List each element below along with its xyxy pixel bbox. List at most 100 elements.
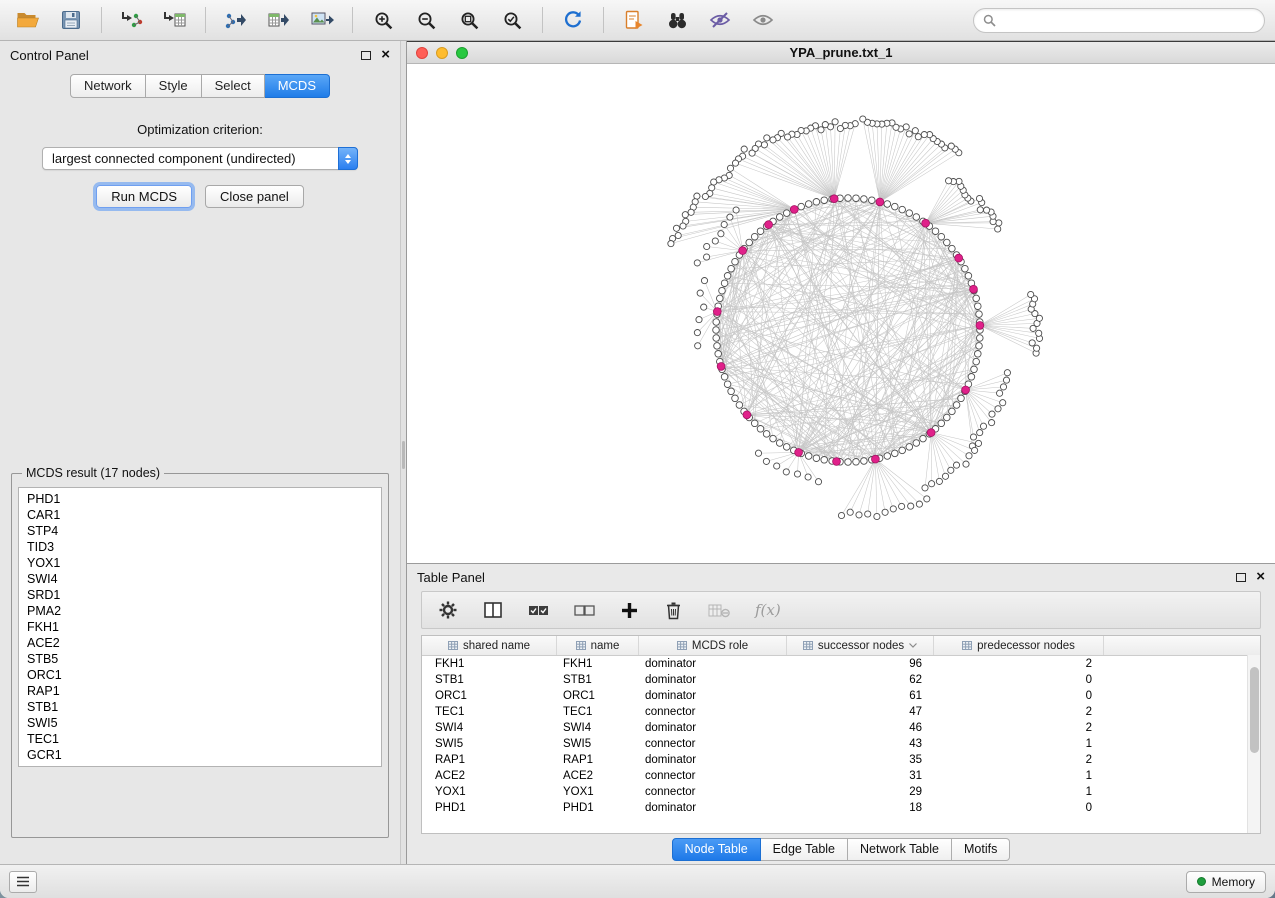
open-session-button[interactable] bbox=[10, 5, 46, 35]
cell-shared_name: SWI4 bbox=[422, 722, 557, 734]
column-header-shared-name[interactable]: shared name bbox=[422, 636, 557, 655]
deselect-all-button[interactable] bbox=[574, 602, 595, 619]
tab-edge-table[interactable]: Edge Table bbox=[761, 838, 848, 861]
table-panel: Table Panel × bbox=[407, 563, 1275, 864]
table-row[interactable]: RAP1RAP1dominator352 bbox=[422, 752, 1260, 768]
tab-mcds[interactable]: MCDS bbox=[265, 74, 330, 98]
close-panel-button[interactable]: Close panel bbox=[205, 185, 304, 208]
tab-motifs[interactable]: Motifs bbox=[952, 838, 1010, 861]
export-table-button[interactable] bbox=[261, 5, 297, 35]
table-row[interactable]: STB1STB1dominator620 bbox=[422, 672, 1260, 688]
table-row[interactable]: SWI5SWI5connector431 bbox=[422, 736, 1260, 752]
mcds-result-item[interactable]: STB5 bbox=[19, 651, 381, 667]
mcds-result-item[interactable]: GCR1 bbox=[19, 747, 381, 763]
column-header-predecessor-nodes[interactable]: predecessor nodes bbox=[934, 636, 1104, 655]
main-area: Control Panel × Network Style Select MCD… bbox=[0, 41, 1275, 864]
network-title-bar[interactable]: YPA_prune.txt_1 bbox=[407, 42, 1275, 64]
cell-mcds_role: dominator bbox=[639, 658, 787, 670]
table-row[interactable]: FKH1FKH1dominator962 bbox=[422, 656, 1260, 672]
table-row[interactable]: SWI4SWI4dominator462 bbox=[422, 720, 1260, 736]
close-panel-icon[interactable]: × bbox=[381, 50, 390, 60]
table-row[interactable]: PHD1PHD1dominator180 bbox=[422, 800, 1260, 816]
zoom-out-button[interactable] bbox=[408, 5, 444, 35]
table-row[interactable]: ACE2ACE2connector311 bbox=[422, 768, 1260, 784]
window-minimize-icon[interactable] bbox=[436, 47, 448, 59]
find-button[interactable] bbox=[659, 5, 695, 35]
mcds-result-item[interactable]: SWI4 bbox=[19, 571, 381, 587]
mcds-result-item[interactable]: PHD1 bbox=[19, 491, 381, 507]
cell-name: PHD1 bbox=[557, 802, 639, 814]
export-image-button[interactable] bbox=[304, 5, 340, 35]
mcds-result-item[interactable]: SWI5 bbox=[19, 715, 381, 731]
mcds-result-item[interactable]: ORC1 bbox=[19, 667, 381, 683]
hide-details-button[interactable] bbox=[702, 5, 738, 35]
mcds-result-item[interactable]: ACE2 bbox=[19, 635, 381, 651]
run-mcds-button[interactable]: Run MCDS bbox=[96, 185, 192, 208]
tab-select[interactable]: Select bbox=[202, 74, 265, 98]
cell-successor_nodes: 35 bbox=[787, 754, 934, 766]
mcds-result-item[interactable]: CAR1 bbox=[19, 507, 381, 523]
cell-shared_name: ACE2 bbox=[422, 770, 557, 782]
column-header-successor-nodes[interactable]: successor nodes bbox=[787, 636, 934, 655]
zoom-in-button[interactable] bbox=[365, 5, 401, 35]
criterion-select[interactable]: largest connected component (undirected) bbox=[42, 147, 358, 170]
scrollbar-thumb[interactable] bbox=[1250, 667, 1259, 753]
window-close-icon[interactable] bbox=[416, 47, 428, 59]
select-all-button[interactable] bbox=[528, 602, 549, 619]
network-canvas[interactable] bbox=[407, 64, 1275, 563]
export-network-button[interactable] bbox=[218, 5, 254, 35]
mcds-result-list[interactable]: PHD1CAR1STP4TID3YOX1SWI4SRD1PMA2FKH1ACE2… bbox=[18, 487, 382, 767]
mcds-result-item[interactable]: PMA2 bbox=[19, 603, 381, 619]
panel-splitter[interactable] bbox=[400, 41, 407, 864]
cell-name: YOX1 bbox=[557, 786, 639, 798]
import-network-button[interactable] bbox=[114, 5, 150, 35]
cell-predecessor_nodes: 0 bbox=[934, 802, 1104, 814]
apply-layout-button[interactable] bbox=[555, 5, 591, 35]
float-panel-icon[interactable] bbox=[1236, 573, 1246, 582]
save-session-button[interactable] bbox=[53, 5, 89, 35]
table-row[interactable]: ORC1ORC1dominator610 bbox=[422, 688, 1260, 704]
network-graph[interactable] bbox=[407, 64, 1275, 563]
delete-column-button[interactable] bbox=[664, 600, 683, 620]
splitter-handle[interactable] bbox=[402, 441, 405, 469]
mcds-result-item[interactable]: STP4 bbox=[19, 523, 381, 539]
cell-shared_name: PHD1 bbox=[422, 802, 557, 814]
zoom-fit-button[interactable] bbox=[451, 5, 487, 35]
table-row[interactable]: YOX1YOX1connector291 bbox=[422, 784, 1260, 800]
export-document-button[interactable] bbox=[616, 5, 652, 35]
search-input[interactable] bbox=[1002, 13, 1255, 28]
task-history-button[interactable] bbox=[9, 871, 37, 893]
float-panel-icon[interactable] bbox=[361, 51, 371, 60]
toolbar-separator bbox=[603, 7, 604, 33]
mcds-result-item[interactable]: YOX1 bbox=[19, 555, 381, 571]
search-box[interactable] bbox=[973, 8, 1265, 33]
table-row[interactable]: TEC1TEC1connector472 bbox=[422, 704, 1260, 720]
tab-network-table[interactable]: Network Table bbox=[848, 838, 952, 861]
tab-node-table[interactable]: Node Table bbox=[672, 838, 761, 861]
select-all-icon bbox=[528, 602, 549, 619]
mcds-result-item[interactable]: TID3 bbox=[19, 539, 381, 555]
mcds-result-item[interactable]: TEC1 bbox=[19, 731, 381, 747]
import-table-button[interactable] bbox=[157, 5, 193, 35]
plus-icon bbox=[620, 601, 639, 620]
table-scrollbar[interactable] bbox=[1247, 655, 1260, 833]
show-details-button[interactable] bbox=[745, 5, 781, 35]
mcds-result-item[interactable]: STB1 bbox=[19, 699, 381, 715]
memory-button[interactable]: Memory bbox=[1186, 871, 1266, 893]
close-panel-icon[interactable]: × bbox=[1256, 572, 1265, 582]
zoom-selected-button[interactable] bbox=[494, 5, 530, 35]
window-maximize-icon[interactable] bbox=[456, 47, 468, 59]
tab-network[interactable]: Network bbox=[70, 74, 146, 98]
add-column-button[interactable] bbox=[620, 601, 639, 620]
cell-shared_name: SWI5 bbox=[422, 738, 557, 750]
mcds-result-item[interactable]: FKH1 bbox=[19, 619, 381, 635]
mcds-result-item[interactable]: RAP1 bbox=[19, 683, 381, 699]
table-panel-title: Table Panel bbox=[417, 570, 485, 585]
show-columns-button[interactable] bbox=[483, 600, 503, 620]
mcds-result-item[interactable]: SRD1 bbox=[19, 587, 381, 603]
column-header-mcds-role[interactable]: MCDS role bbox=[639, 636, 787, 655]
column-header-name[interactable]: name bbox=[557, 636, 639, 655]
tab-style[interactable]: Style bbox=[146, 74, 202, 98]
cell-predecessor_nodes: 1 bbox=[934, 738, 1104, 750]
table-settings-button[interactable] bbox=[438, 600, 458, 620]
